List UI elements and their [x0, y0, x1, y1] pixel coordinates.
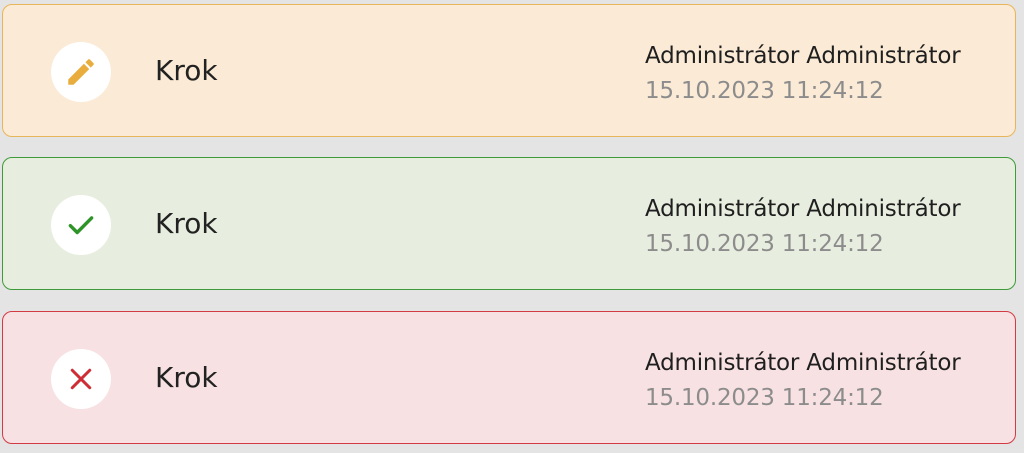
- status-icon-badge: [51, 349, 111, 409]
- pencil-icon: [68, 59, 94, 85]
- step-datetime: 15.10.2023 11:24:12: [645, 385, 884, 411]
- step-datetime: 15.10.2023 11:24:12: [645, 231, 884, 257]
- step-title: Krok: [155, 361, 218, 394]
- step-meta: Administrátor Administrátor 15.10.2023 1…: [645, 194, 1005, 259]
- checkmark-icon: [68, 216, 94, 235]
- step-author: Administrátor Administrátor: [645, 43, 961, 69]
- step-author: Administrátor Administrátor: [645, 196, 961, 222]
- status-icon-badge: [51, 42, 111, 102]
- step-title: Krok: [155, 54, 218, 87]
- step-card-rejected[interactable]: Krok Administrátor Administrátor 15.10.2…: [2, 311, 1016, 444]
- cross-icon: [70, 368, 92, 390]
- status-icon-badge: [51, 195, 111, 255]
- step-card-edited[interactable]: Krok Administrátor Administrátor 15.10.2…: [2, 4, 1016, 137]
- step-meta: Administrátor Administrátor 15.10.2023 1…: [645, 348, 1005, 413]
- step-meta: Administrátor Administrátor 15.10.2023 1…: [645, 41, 1005, 106]
- step-datetime: 15.10.2023 11:24:12: [645, 78, 884, 104]
- step-list: Krok Administrátor Administrátor 15.10.2…: [0, 0, 1024, 453]
- step-author: Administrátor Administrátor: [645, 350, 961, 376]
- step-title: Krok: [155, 207, 218, 240]
- step-card-approved[interactable]: Krok Administrátor Administrátor 15.10.2…: [2, 157, 1016, 290]
